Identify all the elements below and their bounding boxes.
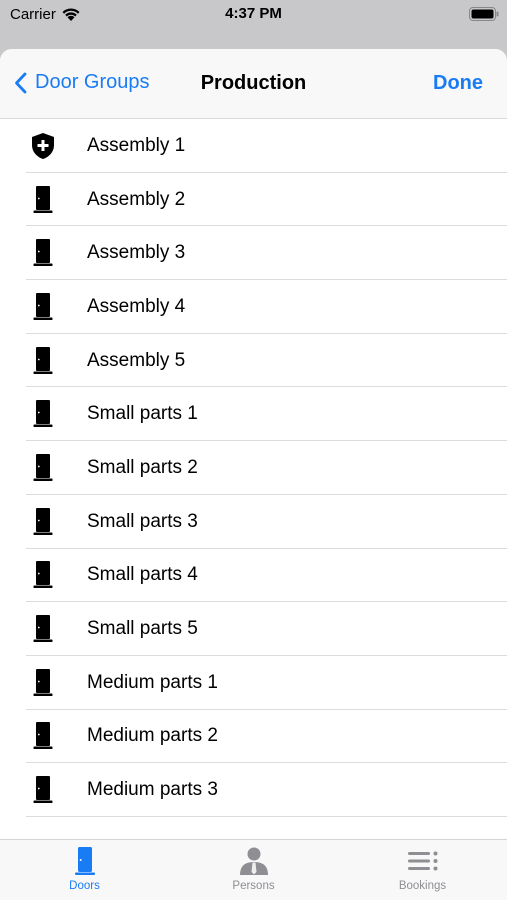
tab-doors-label: Doors — [69, 880, 100, 892]
tab-bar: Doors Persons Bookings — [0, 839, 507, 900]
door-icon — [28, 721, 58, 751]
door-icon — [28, 507, 58, 537]
list-item-label: Assembly 3 — [87, 242, 186, 264]
door-icon — [28, 346, 58, 376]
list-item[interactable]: Assembly 3 — [0, 226, 507, 280]
status-time: 4:37 PM — [225, 5, 282, 22]
shield-plus-icon — [28, 131, 58, 161]
battery-icon — [469, 7, 499, 21]
door-icon — [28, 775, 58, 805]
list-item[interactable]: Small parts 5 — [0, 602, 507, 656]
tab-persons[interactable]: Persons — [169, 846, 338, 892]
door-icon — [28, 399, 58, 429]
list-item[interactable]: Medium parts 3 — [0, 763, 507, 817]
list-tab-icon — [407, 851, 437, 871]
tab-doors[interactable]: Doors — [0, 846, 169, 892]
list-item[interactable]: Assembly 4 — [0, 280, 507, 334]
navigation-bar: Door Groups Production Done — [0, 49, 507, 119]
list-item-label: Small parts 3 — [87, 510, 198, 532]
list-item-label: Assembly 5 — [87, 349, 186, 371]
door-tab-icon — [74, 847, 95, 875]
door-icon — [28, 453, 58, 483]
door-icon — [28, 560, 58, 590]
list-item[interactable]: Assembly 2 — [0, 173, 507, 227]
door-list: Assembly 1 Assembly 2 Assembly 3 Assembly 4… — [0, 119, 507, 840]
list-item[interactable]: Small parts 3 — [0, 495, 507, 549]
done-button[interactable]: Done — [433, 72, 483, 95]
list-item-label: Assembly 2 — [87, 188, 186, 210]
tab-persons-label: Persons — [232, 880, 275, 892]
door-icon — [28, 292, 58, 322]
door-icon — [28, 185, 58, 215]
door-icon — [28, 668, 58, 698]
status-bar: Carrier 4:37 PM — [0, 0, 507, 30]
list-item[interactable]: Small parts 1 — [0, 387, 507, 441]
list-item-label: Medium parts 3 — [87, 779, 218, 801]
list-item[interactable]: Medium parts 1 — [0, 656, 507, 710]
list-item-label: Small parts 2 — [87, 456, 198, 478]
app-screen: Carrier 4:37 PM Door Groups Production D… — [0, 0, 507, 900]
door-icon — [28, 614, 58, 644]
list-item[interactable]: Assembly 5 — [0, 334, 507, 388]
page-title: Production — [200, 72, 307, 94]
list-item[interactable]: Medium parts 2 — [0, 710, 507, 764]
tab-bookings[interactable]: Bookings — [338, 846, 507, 892]
door-icon — [28, 238, 58, 268]
list-item[interactable]: Small parts 4 — [0, 549, 507, 603]
tab-bookings-label: Bookings — [398, 880, 447, 892]
list-item-label: Assembly 1 — [87, 134, 186, 156]
list-item[interactable]: Assembly 1 — [0, 119, 507, 173]
list-item-label: Small parts 5 — [87, 618, 198, 640]
list-item[interactable]: Small parts 2 — [0, 441, 507, 495]
list-item-label: Medium parts 2 — [87, 725, 218, 747]
modal-sheet: Door Groups Production Done Assembly 1 As… — [0, 49, 507, 900]
list-item-label: Small parts 1 — [87, 403, 198, 425]
list-item-label: Medium parts 1 — [87, 671, 218, 693]
list-item-label: Small parts 4 — [87, 564, 198, 586]
person-tab-icon — [239, 847, 268, 875]
list-item-label: Assembly 4 — [87, 295, 186, 317]
